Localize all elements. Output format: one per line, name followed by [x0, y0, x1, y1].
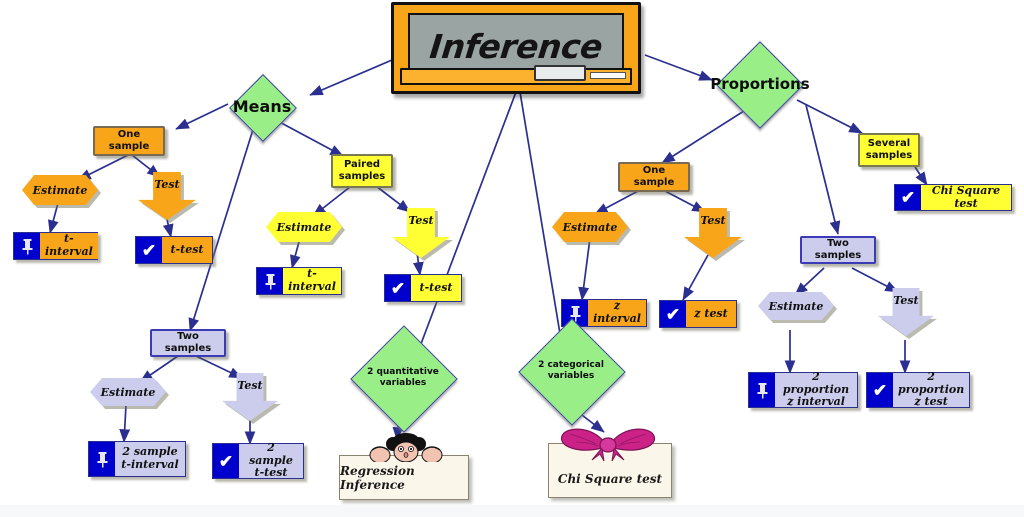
node-quantitative-variables[interactable]: 2 quantitative variables	[344, 325, 462, 433]
paired-estimate[interactable]: Estimate	[266, 212, 345, 245]
prop-two-test-label: Test	[893, 294, 919, 307]
check-icon: ✔	[867, 373, 893, 407]
prop-one-test[interactable]: Test	[684, 208, 745, 261]
leaf-two-sample-test-label: 2 sample t-test	[239, 441, 303, 479]
branch-means[interactable]: Means	[216, 74, 308, 142]
check-icon: ✔	[136, 237, 162, 263]
leaf-means-one-interval-label: t-interval	[40, 233, 98, 259]
card-regression-inference-label: Regression Inference	[340, 463, 415, 492]
page-title: Inference	[427, 26, 605, 66]
prop-one-estimate[interactable]: Estimate	[552, 212, 631, 245]
leaf-paired-interval[interactable]: t-interval	[256, 267, 342, 295]
means-two-test[interactable]: Test	[222, 373, 281, 424]
check-icon: ✔	[895, 185, 921, 210]
pushpin-icon	[257, 268, 283, 294]
leaf-paired-test[interactable]: ✔ t-test	[384, 274, 462, 302]
pushpin-icon	[89, 442, 115, 476]
paired-estimate-label: Estimate	[276, 220, 332, 234]
leaf-means-one-test[interactable]: ✔ t-test	[135, 236, 213, 264]
branch-proportions[interactable]: Proportions	[700, 41, 820, 129]
branch-means-label: Means	[232, 97, 292, 117]
node-categorical-variables[interactable]: 2 categorical variables	[512, 318, 630, 426]
leaf-two-sample-test[interactable]: ✔ 2 sample t-test	[212, 441, 304, 479]
concept-map-canvas: Inference Means One sample Estimate Test…	[0, 0, 1024, 517]
leaf-prop-two-test-label: 2 proportion z test	[893, 370, 970, 408]
card-regression-inference[interactable]: Regression Inference	[339, 455, 469, 500]
node-means-two-samples[interactable]: Two samples	[150, 329, 226, 357]
node-prop-several-samples[interactable]: Several samples	[858, 133, 920, 167]
prop-two-test[interactable]: Test	[878, 288, 937, 339]
leaf-two-sample-interval[interactable]: 2 sample t-interval	[88, 441, 186, 477]
leaf-two-sample-interval-label: 2 sample t-interval	[115, 442, 185, 476]
leaf-chi-square-several[interactable]: ✔ Chi Square test	[894, 184, 1012, 211]
leaf-paired-test-label: t-test	[411, 275, 461, 301]
check-glyph: ✔	[872, 380, 888, 400]
check-icon: ✔	[213, 444, 239, 478]
leaf-prop-two-test[interactable]: ✔ 2 proportion z test	[866, 370, 970, 408]
means-one-estimate-label: Estimate	[32, 183, 88, 197]
leaf-means-one-test-label: t-test	[162, 237, 212, 263]
branch-proportions-label: Proportions	[710, 75, 810, 93]
card-chi-square-test-label: Chi Square test	[557, 471, 663, 486]
check-glyph: ✔	[665, 304, 681, 324]
check-glyph: ✔	[390, 278, 406, 298]
node-means-one-sample[interactable]: One sample	[93, 126, 165, 156]
leaf-prop-two-interval-label: 2 proportion z interval	[775, 370, 857, 408]
means-two-test-label: Test	[237, 379, 263, 392]
means-two-estimate[interactable]: Estimate	[90, 378, 169, 409]
node-prop-two-samples[interactable]: Two samples	[800, 236, 876, 264]
check-glyph: ✔	[141, 240, 157, 260]
eraser-icon	[534, 65, 586, 81]
paired-test[interactable]: Test	[392, 208, 453, 261]
prop-two-estimate-label: Estimate	[768, 299, 824, 313]
check-icon: ✔	[385, 275, 411, 301]
check-glyph: ✔	[900, 188, 916, 207]
leaf-paired-interval-label: t-interval	[283, 268, 341, 294]
leaf-prop-one-test-label: z test	[686, 301, 736, 327]
leaf-prop-one-test[interactable]: ✔ z test	[659, 300, 737, 328]
means-one-estimate[interactable]: Estimate	[22, 175, 101, 208]
check-glyph: ✔	[218, 451, 234, 471]
means-two-estimate-label: Estimate	[100, 385, 156, 399]
pushpin-icon	[14, 233, 40, 259]
chalkboard-title: Inference	[391, 2, 641, 94]
card-chi-square-test[interactable]: Chi Square test	[548, 443, 672, 498]
leaf-chi-square-several-label: Chi Square test	[921, 184, 1011, 210]
leaf-prop-one-interval-label: z interval	[588, 300, 646, 326]
chalk-icon	[590, 72, 626, 79]
prop-two-estimate[interactable]: Estimate	[758, 292, 837, 323]
leaf-prop-two-interval[interactable]: 2 proportion z interval	[748, 370, 858, 408]
leaf-means-one-interval[interactable]: t-interval	[13, 232, 98, 260]
check-icon: ✔	[660, 301, 686, 327]
bottom-band	[0, 505, 1024, 517]
prop-one-test-label: Test	[700, 214, 726, 227]
paired-test-label: Test	[408, 214, 434, 227]
means-one-test-label: Test	[154, 178, 180, 191]
node-categorical-variables-label: 2 categorical variables	[538, 360, 604, 381]
node-means-paired[interactable]: Paired samples	[331, 154, 393, 188]
node-prop-one-sample[interactable]: One sample	[618, 162, 690, 192]
means-one-test[interactable]: Test	[138, 172, 199, 223]
prop-one-estimate-label: Estimate	[562, 220, 618, 234]
pushpin-icon	[749, 373, 775, 407]
node-quantitative-variables-label: 2 quantitative variables	[367, 367, 439, 388]
